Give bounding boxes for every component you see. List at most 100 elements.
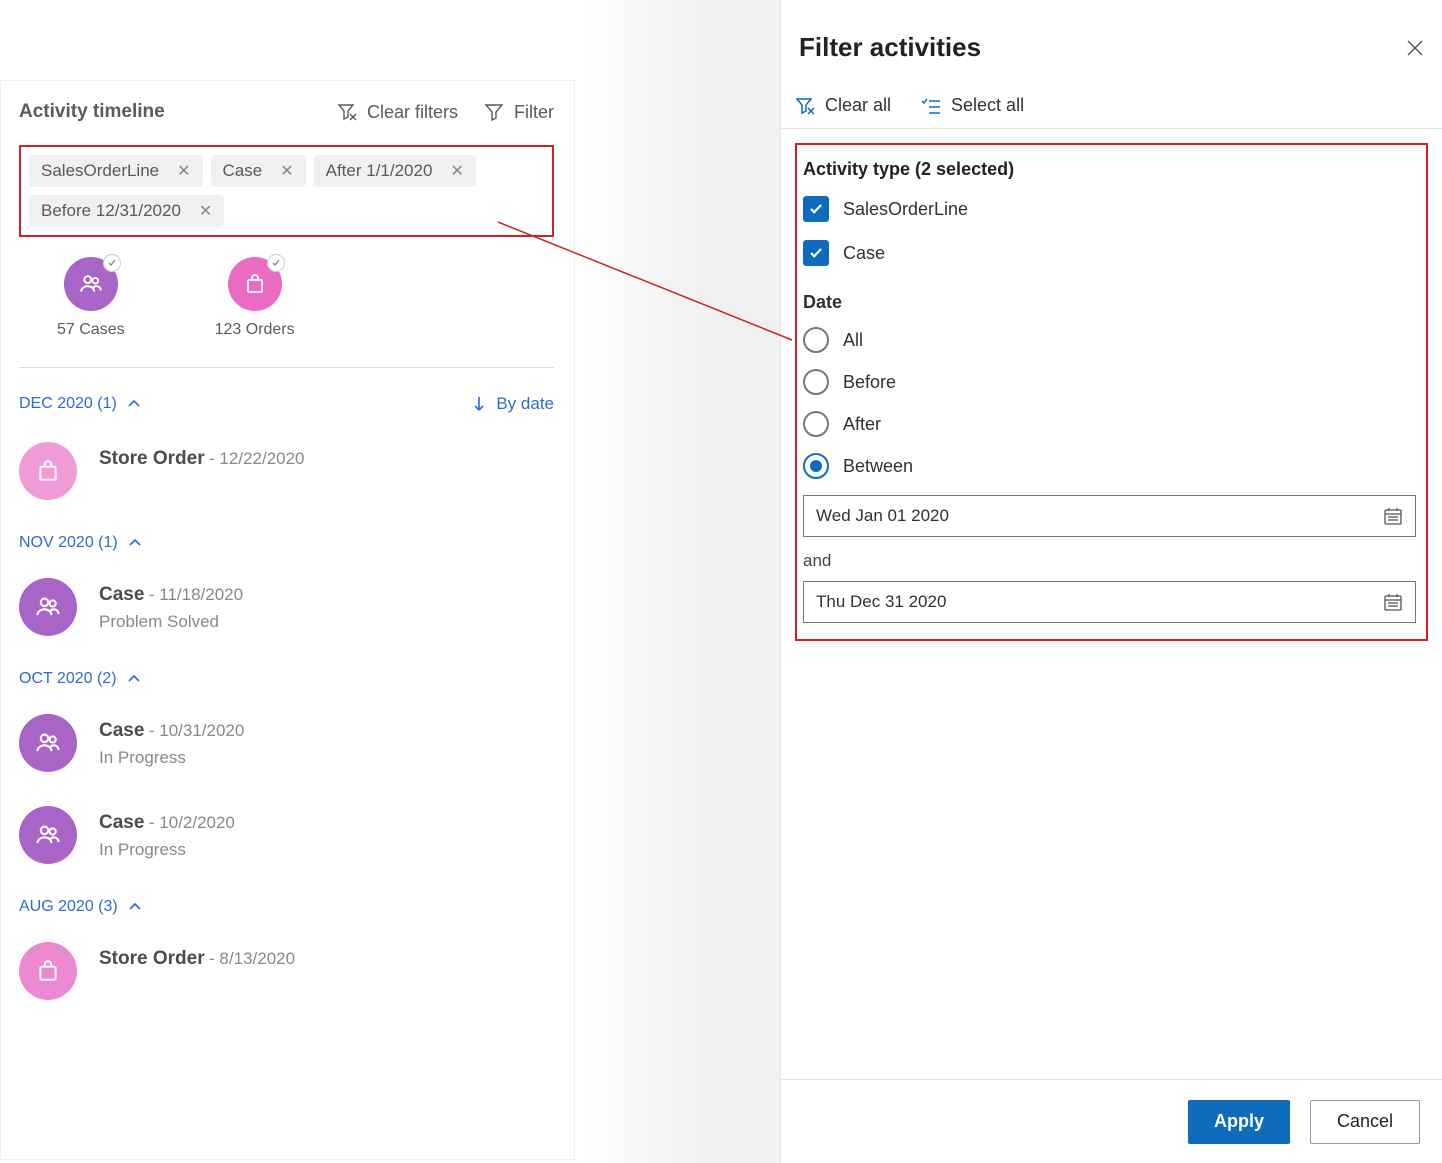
checkbox-checked-icon <box>803 240 829 266</box>
check-badge-icon <box>267 254 285 272</box>
cases-summary-icon[interactable] <box>64 257 118 311</box>
activity-type-checkbox[interactable]: Case <box>803 240 1416 266</box>
date-option-label: Before <box>843 372 896 393</box>
and-label: and <box>803 551 1416 571</box>
funnel-clear-icon <box>795 96 815 116</box>
clear-filters-label: Clear filters <box>367 102 458 123</box>
filter-chips-container: SalesOrderLine✕Case✕After 1/1/2020✕Befor… <box>19 145 554 237</box>
clear-all-label: Clear all <box>825 95 891 116</box>
activity-type-label: Case <box>843 243 885 264</box>
date-option-label: All <box>843 330 863 351</box>
date-option-radio[interactable]: All <box>803 327 1416 353</box>
timeline-item-date: - 12/22/2020 <box>209 449 304 468</box>
order-icon <box>19 442 77 500</box>
funnel-icon <box>484 102 504 122</box>
date-to-input[interactable]: Thu Dec 31 2020 <box>803 581 1416 623</box>
order-icon <box>19 942 77 1000</box>
clear-all-button[interactable]: Clear all <box>795 95 891 116</box>
date-option-radio[interactable]: After <box>803 411 1416 437</box>
chevron-up-icon <box>128 900 142 914</box>
timeline-group-header[interactable]: DEC 2020 (1) <box>19 395 141 413</box>
close-button[interactable] <box>1406 39 1424 57</box>
filter-chip-label: SalesOrderLine <box>41 161 159 181</box>
date-section-header: Date <box>803 292 1416 313</box>
timeline-group-header[interactable]: AUG 2020 (3) <box>19 898 554 916</box>
chevron-up-icon <box>128 536 142 550</box>
filter-chip-label: Before 12/31/2020 <box>41 201 181 221</box>
chip-remove-icon[interactable]: ✕ <box>199 201 212 221</box>
timeline-item-subtext: In Progress <box>99 748 244 768</box>
chip-remove-icon[interactable]: ✕ <box>177 161 190 181</box>
timeline-item-date: - 10/2/2020 <box>149 813 235 832</box>
date-to-value: Thu Dec 31 2020 <box>816 592 946 612</box>
clear-filters-button[interactable]: Clear filters <box>337 102 458 123</box>
date-option-label: After <box>843 414 881 435</box>
timeline-item[interactable]: Store Order - 12/22/2020 <box>19 442 554 500</box>
filter-button[interactable]: Filter <box>484 102 554 123</box>
date-option-radio[interactable]: Before <box>803 369 1416 395</box>
case-icon <box>19 806 77 864</box>
timeline-item[interactable]: Case - 10/31/2020In Progress <box>19 714 554 772</box>
timeline-group-header[interactable]: NOV 2020 (1) <box>19 534 554 552</box>
chip-remove-icon[interactable]: ✕ <box>450 161 463 181</box>
people-icon <box>78 271 104 297</box>
filter-panel-title: Filter activities <box>799 32 981 63</box>
cancel-button[interactable]: Cancel <box>1310 1100 1420 1144</box>
date-from-input[interactable]: Wed Jan 01 2020 <box>803 495 1416 537</box>
filter-panel-footer: Apply Cancel <box>781 1079 1442 1163</box>
timeline-item[interactable]: Store Order - 8/13/2020 <box>19 942 554 1000</box>
timeline-item-date: - 11/18/2020 <box>149 585 243 604</box>
activity-type-label: SalesOrderLine <box>843 199 968 220</box>
activity-timeline-panel: Activity timeline Clear filters Filter S… <box>0 80 575 1160</box>
multiselect-icon <box>921 96 941 116</box>
calendar-icon <box>1383 506 1403 526</box>
radio-unselected-icon <box>803 327 829 353</box>
filter-chip-label: Case <box>223 161 263 181</box>
timeline-item-title: Store Order <box>99 448 205 469</box>
close-icon <box>1406 39 1424 57</box>
orders-summary-label: 123 Orders <box>215 321 295 339</box>
timeline-list: DEC 2020 (1) By date Store Order - 12/22/… <box>19 394 554 1000</box>
orders-summary-icon[interactable] <box>228 257 282 311</box>
timeline-item-title: Case <box>99 812 144 833</box>
timeline-item-title: Store Order <box>99 948 205 969</box>
funnel-clear-icon <box>337 102 357 122</box>
calendar-icon <box>1383 592 1403 612</box>
timeline-item-subtext: Problem Solved <box>99 612 243 632</box>
radio-unselected-icon <box>803 369 829 395</box>
date-option-radio[interactable]: Between <box>803 453 1416 479</box>
filter-chip[interactable]: After 1/1/2020 ✕ <box>314 155 476 187</box>
case-icon <box>19 714 77 772</box>
bag-icon <box>243 272 267 296</box>
filter-chip[interactable]: SalesOrderLine ✕ <box>29 155 203 187</box>
filter-activities-panel: Filter activities Clear all Select all A… <box>780 0 1442 1163</box>
filter-chip[interactable]: Before 12/31/2020 ✕ <box>29 195 224 227</box>
date-option-label: Between <box>843 456 913 477</box>
timeline-item[interactable]: Case - 11/18/2020Problem Solved <box>19 578 554 636</box>
cases-summary-label: 57 Cases <box>57 321 125 339</box>
case-icon <box>19 578 77 636</box>
filter-label: Filter <box>514 102 554 123</box>
chip-remove-icon[interactable]: ✕ <box>280 161 293 181</box>
radio-selected-icon <box>803 453 829 479</box>
checkbox-checked-icon <box>803 196 829 222</box>
timeline-item[interactable]: Case - 10/2/2020 In Progress <box>19 806 554 864</box>
filter-chip[interactable]: Case ✕ <box>211 155 306 187</box>
backdrop-shade <box>575 0 780 1163</box>
date-from-value: Wed Jan 01 2020 <box>816 506 949 526</box>
select-all-button[interactable]: Select all <box>921 95 1024 116</box>
activity-type-checkbox[interactable]: SalesOrderLine <box>803 196 1416 222</box>
timeline-group-header[interactable]: OCT 2020 (2) <box>19 670 554 688</box>
check-badge-icon <box>103 254 121 272</box>
panel-title: Activity timeline <box>19 101 165 123</box>
filter-chip-label: After 1/1/2020 <box>326 161 433 181</box>
summary-row: 57 Cases 123 Orders <box>19 247 554 357</box>
activity-type-header: Activity type (2 selected) <box>803 159 1416 180</box>
chevron-up-icon <box>127 397 141 411</box>
sort-by-date-button[interactable]: By date <box>472 394 554 414</box>
timeline-item-date: - 8/13/2020 <box>209 949 295 968</box>
timeline-item-subtext: In Progress <box>99 840 235 860</box>
chevron-up-icon <box>127 672 141 686</box>
filter-options-highlight: Activity type (2 selected) SalesOrderLin… <box>795 143 1428 641</box>
apply-button[interactable]: Apply <box>1188 1100 1290 1144</box>
